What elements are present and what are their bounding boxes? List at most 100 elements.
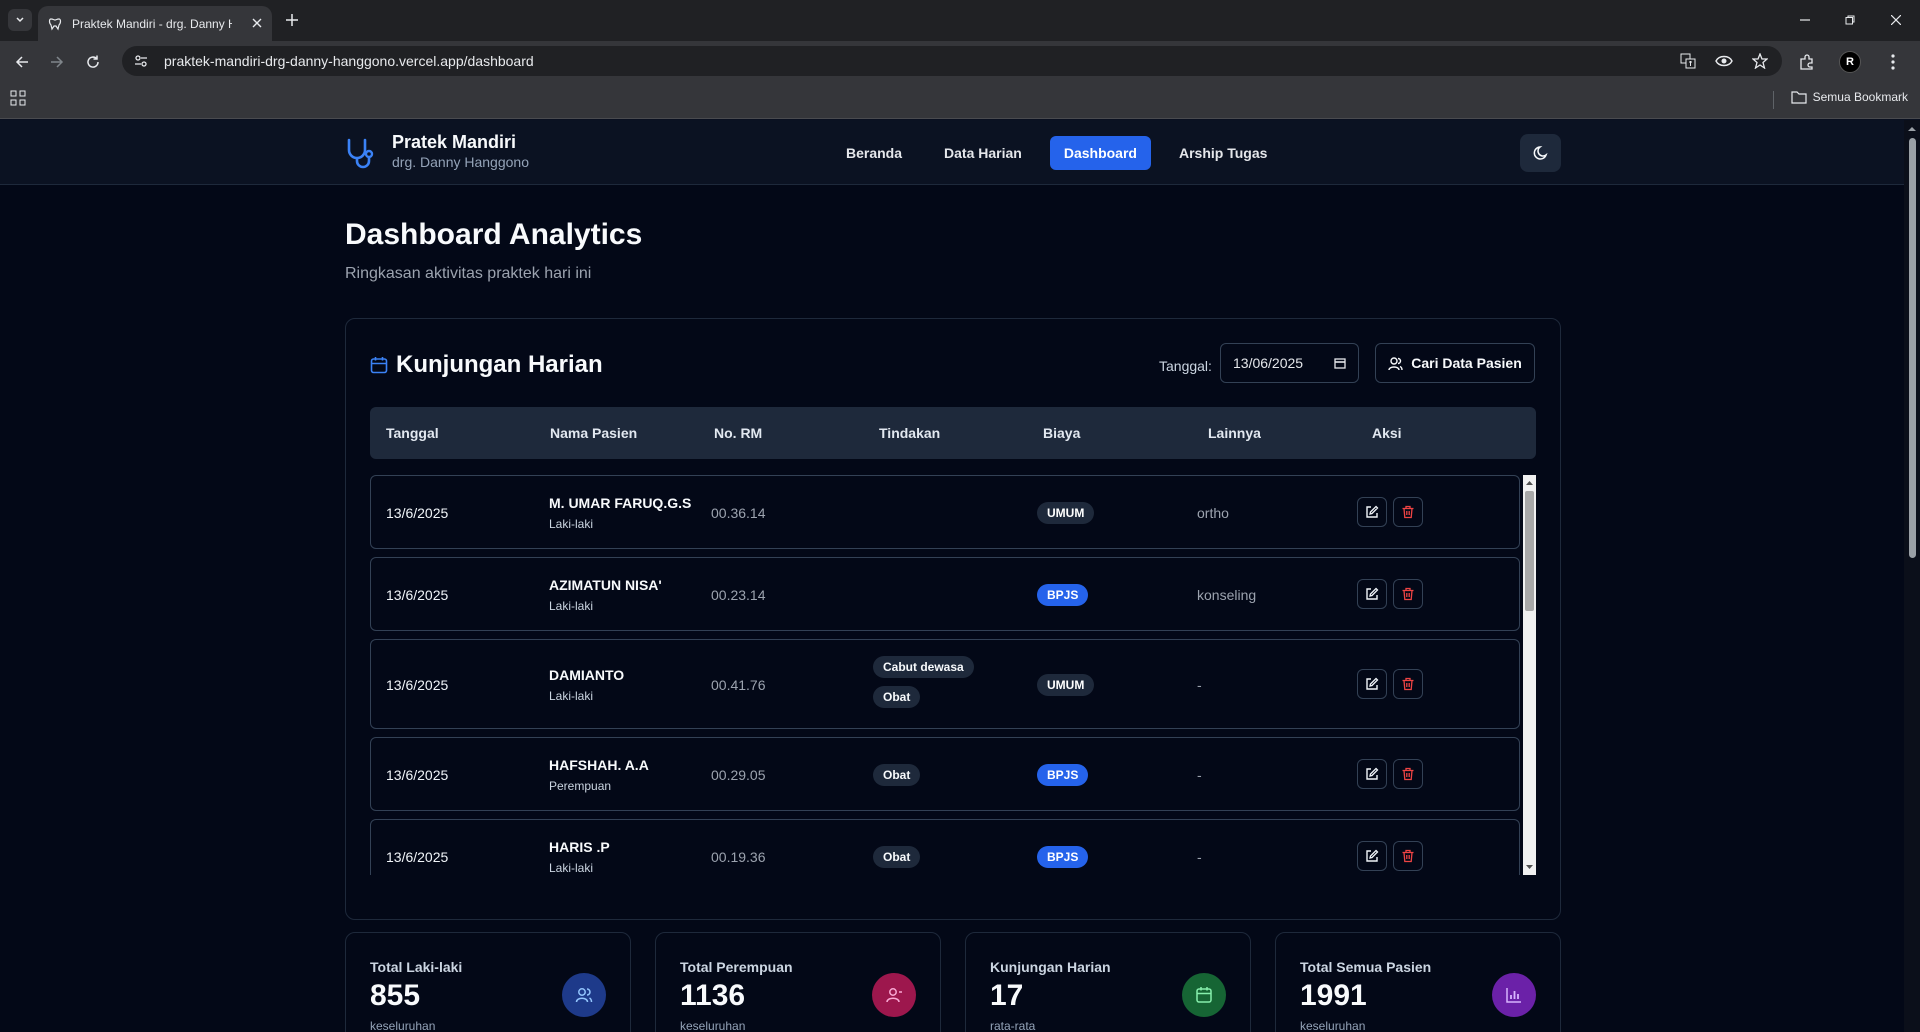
translate-icon[interactable] — [1678, 51, 1698, 71]
nav-beranda[interactable]: Beranda — [832, 136, 916, 170]
reload-button[interactable] — [82, 51, 104, 73]
col-lainnya: Lainnya — [1208, 425, 1261, 441]
fee-badge: BPJS — [1037, 584, 1089, 606]
table-row: 13/6/2025 DAMIANTO Laki-laki 00.41.76 Ca… — [370, 639, 1520, 729]
trash-icon — [1402, 587, 1414, 601]
forward-button[interactable] — [46, 51, 68, 73]
url-text[interactable]: praktek-mandiri-drg-danny-hanggono.verce… — [164, 53, 534, 69]
page-scrollbar[interactable] — [1904, 120, 1920, 1032]
row-rm: 00.29.05 — [711, 767, 766, 783]
table-row: 13/6/2025 AZIMATUN NISA' Laki-laki 00.23… — [370, 557, 1520, 631]
edit-button[interactable] — [1357, 841, 1387, 871]
profile-avatar[interactable]: R — [1839, 51, 1861, 73]
action-tag: Obat — [873, 846, 921, 868]
calendar-picker-icon[interactable] — [1334, 357, 1346, 369]
row-rm: 00.41.76 — [711, 677, 766, 693]
brand-title: Pratek Mandiri — [392, 132, 517, 152]
page-scroll-thumb[interactable] — [1909, 138, 1916, 558]
stat-label: Kunjungan Harian — [990, 959, 1111, 975]
close-icon — [1891, 15, 1901, 25]
date-input[interactable]: 13/06/2025 — [1220, 343, 1359, 383]
patient-gender: Laki-laki — [549, 599, 594, 613]
delete-button[interactable] — [1393, 579, 1423, 609]
minimize-button[interactable] — [1795, 10, 1815, 30]
stats-row: Total Laki-laki 855 keseluruhan Total Pe… — [345, 932, 1561, 1032]
nav-arship-tugas[interactable]: Arship Tugas — [1165, 136, 1281, 170]
trash-icon — [1402, 677, 1414, 691]
apps-grid-icon[interactable] — [10, 90, 26, 111]
col-no-rm: No. RM — [714, 425, 763, 441]
row-rm: 00.36.14 — [711, 505, 766, 521]
stat-label: Total Perempuan — [680, 959, 793, 975]
delete-button[interactable] — [1393, 669, 1423, 699]
browser-toolbar: praktek-mandiri-drg-danny-hanggono.verce… — [0, 41, 1920, 81]
main-nav: Beranda Data Harian Dashboard Arship Tug… — [832, 136, 1281, 170]
table-scrollbar[interactable] — [1523, 475, 1536, 875]
nav-dashboard[interactable]: Dashboard — [1049, 136, 1151, 170]
theme-toggle-button[interactable] — [1520, 134, 1561, 172]
delete-button[interactable] — [1393, 759, 1423, 789]
edit-button[interactable] — [1357, 759, 1387, 789]
plus-icon — [286, 14, 298, 26]
edit-button[interactable] — [1357, 497, 1387, 527]
delete-button[interactable] — [1393, 497, 1423, 527]
nav-data-harian[interactable]: Data Harian — [930, 136, 1036, 170]
date-value: 13/06/2025 — [1233, 355, 1304, 371]
search-patient-button[interactable]: Cari Data Pasien — [1375, 343, 1535, 383]
bookmark-star-icon[interactable] — [1750, 51, 1770, 71]
action-tag: Cabut dewasa — [873, 656, 974, 678]
extensions-icon[interactable] — [1797, 52, 1817, 72]
stat-card-daily-visits: Kunjungan Harian 17 rata-rata — [965, 932, 1251, 1032]
scroll-up-arrow-icon[interactable] — [1523, 478, 1536, 488]
tab-title: Praktek Mandiri - drg. Danny H — [72, 16, 232, 31]
all-bookmarks-button[interactable]: Semua Bookmark — [1791, 90, 1908, 104]
scroll-down-arrow-icon[interactable] — [1523, 862, 1536, 872]
tooth-icon — [48, 17, 62, 30]
delete-button[interactable] — [1393, 841, 1423, 871]
table-scroll-thumb[interactable] — [1525, 491, 1534, 611]
page-scroll-up-icon[interactable] — [1904, 124, 1920, 134]
fee-badge: UMUM — [1037, 674, 1095, 696]
trash-icon — [1402, 505, 1414, 519]
tab-close-icon[interactable] — [252, 15, 262, 33]
new-tab-button[interactable] — [282, 10, 302, 30]
patient-name: HAFSHAH. A.A — [549, 757, 649, 773]
edit-button[interactable] — [1357, 579, 1387, 609]
browser-tab[interactable]: Praktek Mandiri - drg. Danny H — [38, 6, 272, 41]
edit-button[interactable] — [1357, 669, 1387, 699]
back-button[interactable] — [11, 51, 33, 73]
kebab-menu-icon[interactable] — [1883, 52, 1903, 72]
calendar-icon — [370, 357, 388, 374]
row-patient: AZIMATUN NISA' Laki-laki — [549, 577, 662, 613]
stat-note: keseluruhan — [370, 1019, 436, 1032]
row-other: - — [1197, 767, 1202, 783]
browser-tabstrip: Praktek Mandiri - drg. Danny H — [0, 0, 1920, 41]
reload-icon — [87, 55, 99, 68]
arrow-left-icon — [15, 56, 28, 68]
all-bookmarks-label: Semua Bookmark — [1812, 90, 1908, 104]
edit-icon — [1366, 505, 1379, 518]
card-title-text: Kunjungan Harian — [396, 351, 603, 378]
restore-button[interactable] — [1840, 10, 1860, 30]
stat-note: keseluruhan — [1300, 1019, 1366, 1032]
stat-value: 17 — [990, 979, 1024, 1012]
row-other: - — [1197, 849, 1202, 865]
patient-gender: Laki-laki — [549, 689, 594, 703]
col-nama-pasien: Nama Pasien — [550, 425, 638, 441]
table-body[interactable]: 13/6/2025 M. UMAR FARUQ.G.S Laki-laki 00… — [370, 475, 1536, 875]
fee-badge: BPJS — [1037, 764, 1089, 786]
fee-badge: BPJS — [1037, 846, 1089, 868]
address-bar[interactable]: praktek-mandiri-drg-danny-hanggono.verce… — [122, 46, 1782, 76]
brand[interactable]: Pratek Mandiri drg. Danny Hanggono — [344, 131, 529, 171]
site-info-icon[interactable] — [134, 54, 148, 68]
stat-value: 855 — [370, 979, 421, 1012]
date-label: Tanggal: — [1159, 358, 1212, 374]
close-window-button[interactable] — [1886, 10, 1906, 30]
folder-icon — [1791, 90, 1807, 104]
eye-icon[interactable] — [1714, 51, 1734, 71]
patient-name: HARIS .P — [549, 839, 610, 855]
tab-search-button[interactable] — [8, 9, 32, 31]
stethoscope-icon — [347, 138, 374, 169]
edit-icon — [1366, 677, 1379, 690]
table-row: 13/6/2025 HARIS .P Laki-laki 00.19.36 Ob… — [370, 819, 1520, 875]
